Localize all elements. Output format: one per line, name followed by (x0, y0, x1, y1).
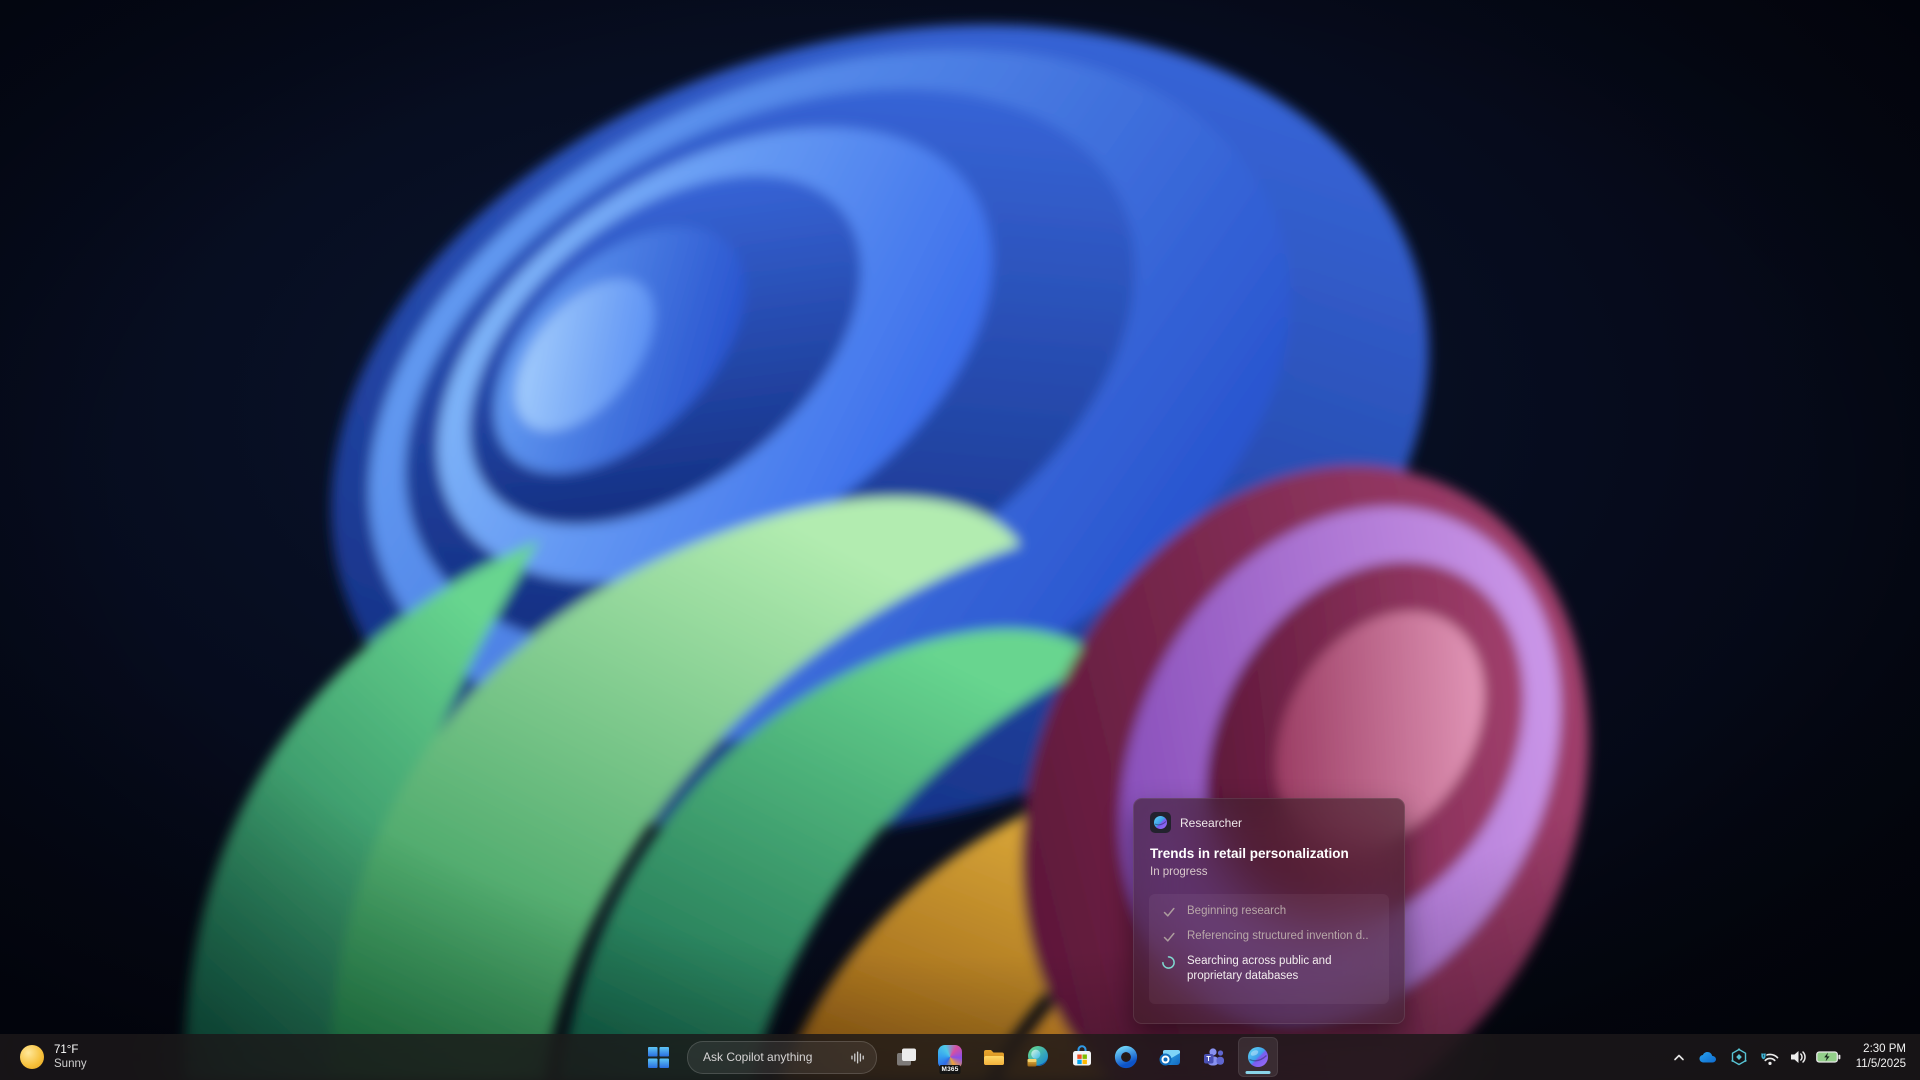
windows-logo-icon (648, 1047, 669, 1068)
taskbar-center: Ask Copilot anything M365 (636, 1037, 1280, 1077)
notification-title: Trends in retail personalization (1150, 846, 1388, 861)
taskbar-clock[interactable]: 2:30 PM 11/5/2025 (1848, 1042, 1914, 1072)
agent-cube-icon (1729, 1047, 1749, 1067)
agent-cube-tray-button[interactable] (1724, 1037, 1754, 1077)
researcher-sphere-icon (1245, 1044, 1271, 1070)
file-explorer-button[interactable] (974, 1037, 1014, 1077)
task-view-icon (893, 1044, 919, 1070)
clock-date: 11/5/2025 (1856, 1057, 1906, 1072)
wifi-shield-icon (1758, 1049, 1780, 1066)
researcher-app-icon (1150, 812, 1171, 833)
research-step-in-progress: Searching across public and proprietary … (1161, 954, 1377, 984)
teams-button[interactable]: T (1194, 1037, 1234, 1077)
weather-condition: Sunny (54, 1057, 87, 1071)
step-label: Searching across public and proprietary … (1187, 954, 1365, 984)
progress-spinner-icon (1161, 954, 1176, 970)
research-step-completed: Beginning research (1161, 904, 1377, 920)
chevron-up-icon (1671, 1049, 1687, 1065)
m365-copilot-button[interactable]: M365 (930, 1037, 970, 1077)
task-view-button[interactable] (886, 1037, 926, 1077)
tray-chevron-button[interactable] (1664, 1037, 1694, 1077)
wallpaper-bloom (0, 0, 1920, 1080)
edge-button[interactable] (1018, 1037, 1058, 1077)
voice-waveform-icon (850, 1050, 865, 1065)
outlook-button[interactable] (1150, 1037, 1190, 1077)
folder-icon (981, 1044, 1007, 1070)
teams-glyph: T (1203, 1054, 1214, 1065)
copilot-search-input[interactable]: Ask Copilot anything (687, 1041, 877, 1074)
onedrive-cloud-icon (1698, 1050, 1719, 1064)
blue-loop-sparkle-icon (1113, 1044, 1139, 1070)
active-app-indicator (1246, 1071, 1271, 1074)
checkmark-icon (1161, 929, 1176, 945)
checkmark-icon (1161, 904, 1176, 920)
volume-tray-button[interactable] (1784, 1037, 1814, 1077)
search-placeholder: Ask Copilot anything (703, 1050, 842, 1064)
copilot-loop-button[interactable] (1106, 1037, 1146, 1077)
clock-time: 2:30 PM (1856, 1042, 1906, 1057)
system-tray: 2:30 PM 11/5/2025 (1664, 1037, 1914, 1077)
notification-steps-card: Beginning research Referencing structure… (1149, 894, 1389, 1004)
weather-widget[interactable]: 71°F Sunny (10, 1037, 97, 1077)
edge-icon (1025, 1044, 1051, 1070)
researcher-button[interactable] (1238, 1037, 1278, 1077)
onedrive-tray-button[interactable] (1694, 1037, 1724, 1077)
desktop: Researcher Trends in retail personalizat… (0, 0, 1920, 1080)
volume-icon (1789, 1049, 1808, 1065)
store-button[interactable] (1062, 1037, 1102, 1077)
m365-badge: M365 (939, 1065, 960, 1074)
researcher-notification[interactable]: Researcher Trends in retail personalizat… (1133, 798, 1405, 1024)
step-label: Beginning research (1187, 904, 1286, 919)
notification-status: In progress (1150, 866, 1388, 878)
notification-app-name: Researcher (1180, 816, 1242, 830)
network-tray-button[interactable] (1754, 1037, 1784, 1077)
battery-tray-button[interactable] (1814, 1037, 1844, 1077)
research-step-completed: Referencing structured invention d... (1161, 929, 1377, 945)
weather-temperature: 71°F (54, 1043, 87, 1057)
notification-header: Researcher (1150, 812, 1388, 833)
battery-charging-icon (1816, 1051, 1841, 1063)
step-label: Referencing structured invention d... (1187, 929, 1369, 944)
start-button[interactable] (638, 1037, 678, 1077)
researcher-sphere-icon (1154, 816, 1167, 829)
sun-icon (20, 1045, 44, 1069)
taskbar: 71°F Sunny Ask Copilot anything (0, 1034, 1920, 1080)
outlook-icon (1157, 1044, 1183, 1070)
store-bag-icon (1069, 1044, 1095, 1070)
